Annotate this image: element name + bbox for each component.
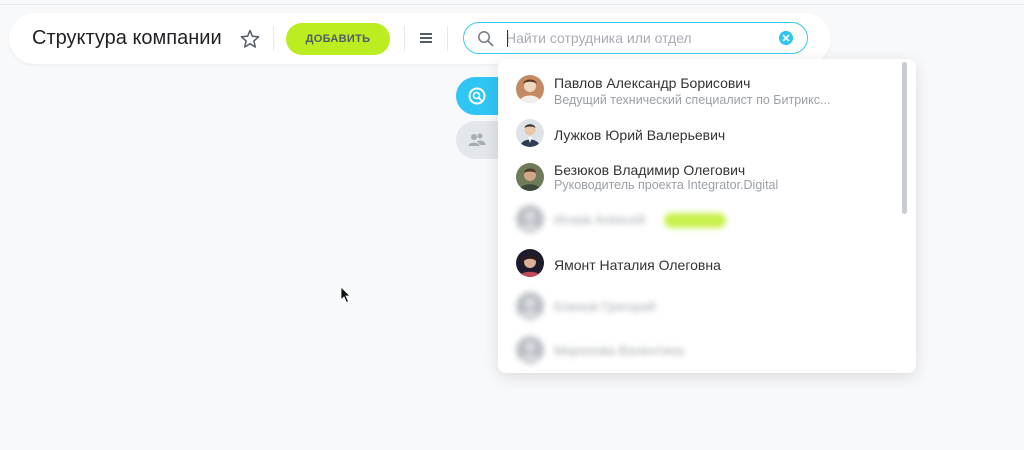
result-name: Ямонт Наталия Олеговна [554, 257, 721, 273]
search-icon [478, 31, 494, 47]
result-name: Павлов Александр Борисович [554, 75, 751, 91]
result-position: Ведущий технический специалист по Битрик… [554, 93, 831, 107]
avatar [516, 336, 544, 364]
result-name: Исаев Алексей [554, 212, 646, 227]
menu-icon[interactable] [418, 30, 434, 46]
search-result-item[interactable]: Клинов Григорий [498, 286, 898, 328]
result-name: Лужков Юрий Валерьевич [554, 127, 726, 143]
clear-icon[interactable] [779, 31, 793, 45]
search-result-item[interactable]: Ямонт Наталия Олеговна [498, 243, 898, 285]
result-name: Клинов Григорий [554, 299, 656, 314]
status-badge [664, 213, 726, 228]
divider [447, 26, 448, 51]
text-caret [507, 30, 508, 47]
search-result-item[interactable]: Исаев Алексей [498, 199, 898, 241]
search-input[interactable] [506, 28, 766, 48]
page-title: Структура компании [32, 27, 222, 49]
search-box[interactable] [463, 22, 808, 54]
result-position: Руководитель проекта Integrator.Digital [554, 178, 779, 192]
avatar [516, 75, 544, 103]
search-tab-button[interactable] [456, 77, 504, 115]
star-icon[interactable] [239, 28, 261, 50]
avatar [516, 119, 544, 147]
top-divider [0, 4, 1024, 5]
users-icon [468, 133, 486, 146]
mouse-cursor-icon [340, 286, 351, 304]
divider [404, 26, 405, 51]
users-tab-button[interactable] [456, 121, 504, 159]
avatar [516, 163, 544, 191]
search-result-item[interactable]: Лужков Юрий Валерьевич [498, 113, 898, 155]
result-name: Безюков Владимир Олегович [554, 162, 746, 178]
search-result-item[interactable]: Миронова Валентина [498, 330, 898, 372]
avatar [516, 249, 544, 277]
result-name: Миронова Валентина [554, 343, 685, 358]
avatar [516, 292, 544, 320]
search-results-dropdown: Павлов Александр Борисович Ведущий техни… [498, 59, 916, 373]
divider [273, 26, 274, 51]
scrollbar-thumb[interactable] [902, 62, 907, 214]
search-result-item[interactable]: Павлов Александр Борисович Ведущий техни… [498, 69, 898, 111]
search-result-item[interactable]: Безюков Владимир Олегович Руководитель п… [498, 156, 898, 198]
toolbar: Структура компании ДОБАВИТЬ [9, 13, 831, 64]
avatar [516, 205, 544, 233]
search-tab-icon [468, 87, 486, 105]
add-button[interactable]: ДОБАВИТЬ [286, 23, 390, 55]
